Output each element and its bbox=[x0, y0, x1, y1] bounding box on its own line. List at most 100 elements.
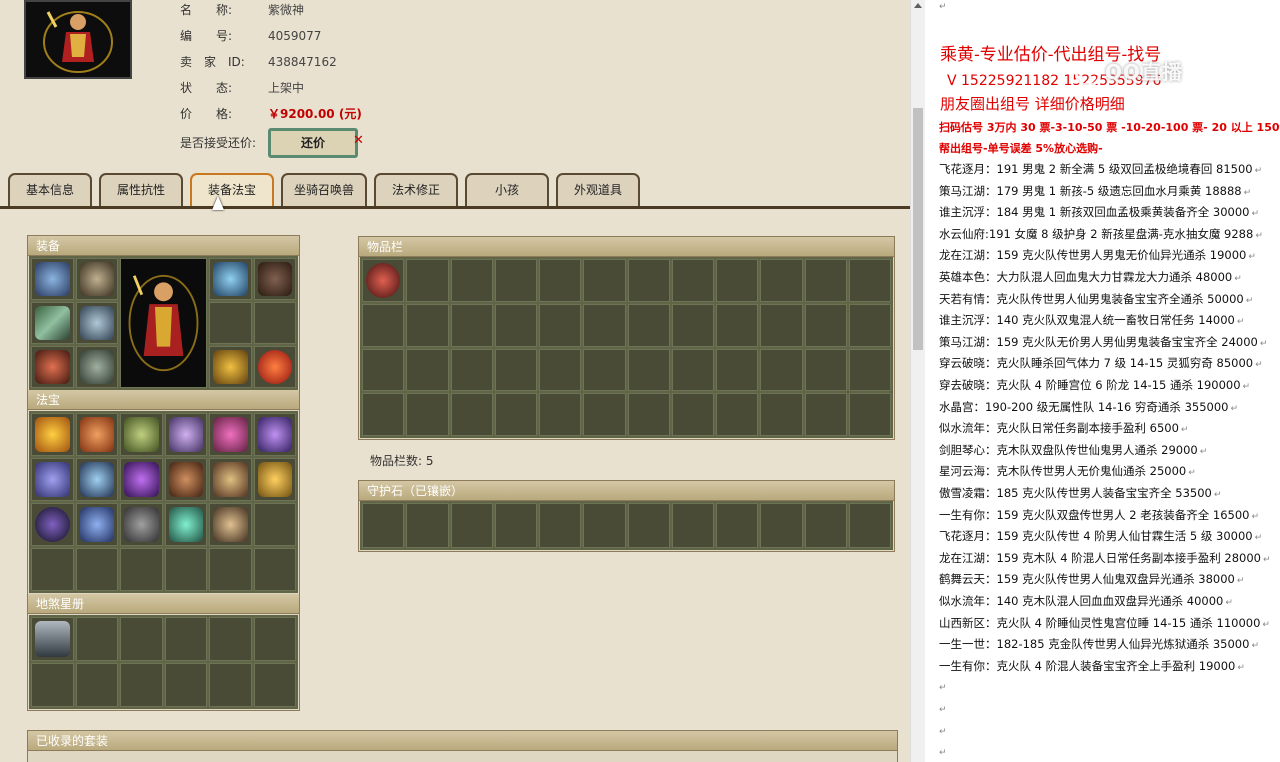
fabao-slot[interactable] bbox=[253, 413, 296, 456]
inventory-slot[interactable] bbox=[716, 348, 759, 392]
inventory-slot[interactable] bbox=[539, 303, 582, 347]
inventory-slot[interactable] bbox=[539, 348, 582, 392]
inventory-slot[interactable] bbox=[583, 348, 626, 392]
inventory-slot[interactable] bbox=[760, 259, 803, 302]
star-card-slot[interactable] bbox=[75, 617, 118, 661]
inventory-slot[interactable] bbox=[760, 303, 803, 347]
inventory-slot[interactable] bbox=[583, 393, 626, 436]
inventory-slot[interactable] bbox=[450, 303, 493, 347]
inventory-slot[interactable] bbox=[494, 393, 537, 436]
guardian-slot[interactable] bbox=[671, 503, 714, 548]
fabao-slot[interactable] bbox=[253, 458, 296, 501]
fabao-slot[interactable] bbox=[209, 503, 252, 546]
fabao-slot[interactable] bbox=[164, 458, 207, 501]
inventory-slot[interactable] bbox=[848, 259, 891, 302]
inventory-slot[interactable] bbox=[760, 348, 803, 392]
inventory-slot[interactable] bbox=[804, 259, 847, 302]
star-card-slot[interactable] bbox=[31, 617, 74, 661]
inventory-slot[interactable] bbox=[627, 259, 670, 302]
guardian-slot[interactable] bbox=[804, 503, 847, 548]
tab-equipment-fabao[interactable]: 装备法宝 bbox=[190, 173, 274, 209]
inventory-slot[interactable] bbox=[583, 259, 626, 302]
inventory-slot[interactable] bbox=[450, 259, 493, 302]
counter-offer-button[interactable]: 还价 bbox=[268, 128, 358, 158]
star-card-slot[interactable] bbox=[209, 663, 252, 707]
equipment-slot[interactable] bbox=[253, 302, 296, 344]
inventory-slot[interactable] bbox=[848, 393, 891, 436]
inventory-slot[interactable] bbox=[627, 348, 670, 392]
inventory-slot[interactable] bbox=[804, 303, 847, 347]
fabao-slot[interactable] bbox=[209, 548, 252, 591]
star-card-slot[interactable] bbox=[120, 663, 163, 707]
inventory-slot[interactable] bbox=[671, 393, 714, 436]
scroll-up-icon[interactable] bbox=[914, 3, 922, 8]
tab-spell-modifiers[interactable]: 法术修正 bbox=[374, 173, 458, 207]
fabao-slot[interactable] bbox=[164, 413, 207, 456]
fabao-slot[interactable] bbox=[75, 503, 118, 546]
guardian-slot[interactable] bbox=[406, 503, 449, 548]
inventory-slot[interactable] bbox=[406, 259, 449, 302]
inventory-slot[interactable] bbox=[804, 393, 847, 436]
equipment-slot[interactable] bbox=[75, 302, 118, 344]
fabao-slot[interactable] bbox=[253, 503, 296, 546]
tab-attributes[interactable]: 属性抗性 bbox=[99, 173, 183, 207]
inventory-slot[interactable] bbox=[450, 348, 493, 392]
fabao-slot[interactable] bbox=[75, 548, 118, 591]
inventory-slot[interactable] bbox=[406, 348, 449, 392]
tab-children[interactable]: 小孩 bbox=[465, 173, 549, 207]
inventory-slot[interactable] bbox=[716, 393, 759, 436]
fabao-slot[interactable] bbox=[253, 548, 296, 591]
inventory-slot[interactable] bbox=[804, 348, 847, 392]
inventory-slot[interactable] bbox=[627, 393, 670, 436]
tab-appearance[interactable]: 外观道具 bbox=[556, 173, 640, 207]
star-card-slot[interactable] bbox=[253, 663, 296, 707]
fabao-slot[interactable] bbox=[120, 413, 163, 456]
guardian-slot[interactable] bbox=[494, 503, 537, 548]
guardian-slot[interactable] bbox=[583, 503, 626, 548]
guardian-slot[interactable] bbox=[716, 503, 759, 548]
inventory-slot[interactable] bbox=[406, 303, 449, 347]
star-card-slot[interactable] bbox=[209, 617, 252, 661]
inventory-slot[interactable] bbox=[450, 393, 493, 436]
star-card-slot[interactable] bbox=[164, 663, 207, 707]
inventory-slot[interactable] bbox=[539, 259, 582, 302]
tab-mounts-pets[interactable]: 坐骑召唤兽 bbox=[281, 173, 367, 207]
equipment-slot[interactable] bbox=[253, 258, 296, 300]
inventory-slot[interactable] bbox=[716, 259, 759, 302]
inventory-slot[interactable] bbox=[406, 393, 449, 436]
page-scrollbar[interactable] bbox=[910, 0, 925, 762]
fabao-slot[interactable] bbox=[31, 413, 74, 456]
star-card-slot[interactable] bbox=[75, 663, 118, 707]
equipment-slot[interactable] bbox=[209, 258, 252, 300]
inventory-slot[interactable] bbox=[494, 303, 537, 347]
equipment-slot[interactable] bbox=[209, 346, 252, 388]
inventory-slot[interactable] bbox=[362, 393, 405, 436]
guardian-slot[interactable] bbox=[627, 503, 670, 548]
equipment-slot[interactable] bbox=[75, 258, 118, 300]
star-card-slot[interactable] bbox=[164, 617, 207, 661]
fabao-slot[interactable] bbox=[209, 413, 252, 456]
inventory-slot[interactable] bbox=[362, 303, 405, 347]
inventory-slot[interactable] bbox=[583, 303, 626, 347]
fabao-slot[interactable] bbox=[31, 503, 74, 546]
equipment-slot[interactable] bbox=[31, 346, 74, 388]
equipment-slot[interactable] bbox=[31, 258, 74, 300]
equipment-slot[interactable] bbox=[31, 302, 74, 344]
equipment-slot[interactable] bbox=[75, 346, 118, 388]
fabao-slot[interactable] bbox=[31, 548, 74, 591]
fabao-slot[interactable] bbox=[31, 458, 74, 501]
fabao-slot[interactable] bbox=[75, 458, 118, 501]
inventory-slot[interactable] bbox=[362, 259, 405, 302]
equipment-slot[interactable] bbox=[209, 302, 252, 344]
fabao-slot[interactable] bbox=[120, 548, 163, 591]
inventory-slot[interactable] bbox=[671, 259, 714, 302]
star-card-slot[interactable] bbox=[253, 617, 296, 661]
guardian-slot[interactable] bbox=[760, 503, 803, 548]
guardian-slot[interactable] bbox=[848, 503, 891, 548]
inventory-slot[interactable] bbox=[627, 303, 670, 347]
inventory-slot[interactable] bbox=[848, 303, 891, 347]
scrollbar-thumb[interactable] bbox=[913, 108, 923, 350]
fabao-slot[interactable] bbox=[164, 548, 207, 591]
guardian-slot[interactable] bbox=[450, 503, 493, 548]
fabao-slot[interactable] bbox=[75, 413, 118, 456]
